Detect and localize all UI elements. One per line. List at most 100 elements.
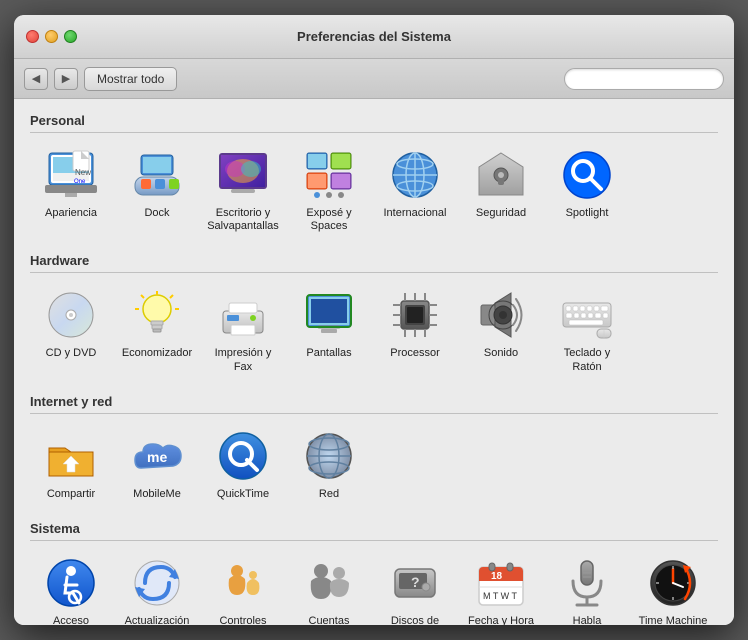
traffic-lights [26, 30, 77, 43]
icon-cdydvd [43, 287, 99, 343]
icon-expose [301, 147, 357, 203]
icon-sonido [473, 287, 529, 343]
minimize-button[interactable] [45, 30, 58, 43]
pref-label-processor: Processor [390, 347, 440, 360]
icon-mobileme: me [129, 428, 185, 484]
pref-label-habla: Habla [573, 615, 602, 625]
pref-item-actualizacion[interactable]: Actualización de Software [116, 549, 198, 625]
pref-item-controles[interactable]: Controles Parentales [202, 549, 284, 625]
pref-label-sonido: Sonido [484, 347, 518, 360]
pref-item-escritorio[interactable]: Escritorio y Salvapantallas [202, 141, 284, 239]
pref-item-mobileme[interactable]: me MobileMe [116, 422, 198, 507]
pref-item-acceso[interactable]: Acceso Universal [30, 549, 112, 625]
pref-item-cuentas[interactable]: Cuentas [288, 549, 370, 625]
pref-item-spotlight[interactable]: Spotlight [546, 141, 628, 239]
section-hardware: CD y DVD [30, 281, 718, 379]
pref-item-compartir[interactable]: Compartir [30, 422, 112, 507]
pref-item-expose[interactable]: Exposé y Spaces [288, 141, 370, 239]
section-header-sistema: Sistema [30, 521, 718, 541]
pref-label-pantallas: Pantallas [306, 347, 351, 360]
show-all-button[interactable]: Mostrar todo [84, 67, 177, 91]
pref-item-red[interactable]: Red [288, 422, 370, 507]
pref-item-habla[interactable]: Habla [546, 549, 628, 625]
pref-label-impresion: Impresión y Fax [206, 347, 280, 373]
svg-text:me: me [147, 449, 167, 465]
titlebar: Preferencias del Sistema [14, 15, 734, 59]
svg-text:One: One [74, 179, 86, 185]
pref-label-timemachine: Time Machine [639, 615, 708, 625]
svg-text:?: ? [411, 574, 420, 590]
icon-cuentas [301, 555, 357, 611]
icon-processor [387, 287, 443, 343]
pref-label-cdydvd: CD y DVD [46, 347, 97, 360]
section-internet: Compartir me [30, 422, 718, 507]
pref-label-apariencia: Apariencia [45, 207, 97, 220]
section-personal: New One Apariencia [30, 141, 718, 239]
pref-item-timemachine[interactable]: Time Machine [632, 549, 714, 625]
forward-button[interactable]: ▶ [54, 68, 78, 90]
icon-seguridad [473, 147, 529, 203]
icon-timemachine [645, 555, 701, 611]
toolbar: ◀ ▶ Mostrar todo 🔍 [14, 59, 734, 99]
pref-label-teclado: Teclado y Ratón [550, 347, 624, 373]
section-sistema: Acceso Universal Actualización de Softwa… [30, 549, 718, 625]
svg-text:M T W T: M T W T [483, 591, 518, 601]
pref-item-pantallas[interactable]: Pantallas [288, 281, 370, 379]
pref-item-impresion[interactable]: Impresión y Fax [202, 281, 284, 379]
pref-label-red: Red [319, 488, 339, 501]
pref-item-dock[interactable]: Dock [116, 141, 198, 239]
icon-pantallas [301, 287, 357, 343]
pref-item-teclado[interactable]: Teclado y Ratón [546, 281, 628, 379]
icon-compartir [43, 428, 99, 484]
content-area: Personal New One [14, 99, 734, 625]
pref-label-seguridad: Seguridad [476, 207, 526, 220]
section-header-internet: Internet y red [30, 394, 718, 414]
icon-spotlight [559, 147, 615, 203]
pref-item-seguridad[interactable]: Seguridad [460, 141, 542, 239]
icon-escritorio [215, 147, 271, 203]
pref-label-dock: Dock [144, 207, 169, 220]
icon-apariencia: New One [43, 147, 99, 203]
main-window: Preferencias del Sistema ◀ ▶ Mostrar tod… [14, 15, 734, 625]
icon-dock [129, 147, 185, 203]
icon-internacional [387, 147, 443, 203]
search-input[interactable] [564, 68, 724, 90]
pref-label-quicktime: QuickTime [217, 488, 269, 501]
pref-label-compartir: Compartir [47, 488, 95, 501]
icon-actualizacion [129, 555, 185, 611]
pref-label-economizador: Economizador [122, 347, 192, 360]
pref-item-discos[interactable]: ? Discos de Arranque [374, 549, 456, 625]
pref-label-mobileme: MobileMe [133, 488, 181, 501]
pref-label-discos: Discos de Arranque [378, 615, 452, 625]
icon-quicktime [215, 428, 271, 484]
pref-item-cdydvd[interactable]: CD y DVD [30, 281, 112, 379]
pref-item-sonido[interactable]: Sonido [460, 281, 542, 379]
icon-acceso [43, 555, 99, 611]
pref-label-escritorio: Escritorio y Salvapantallas [206, 207, 280, 233]
close-button[interactable] [26, 30, 39, 43]
icon-habla [559, 555, 615, 611]
icon-teclado [559, 287, 615, 343]
icon-discos: ? [387, 555, 443, 611]
svg-text:18: 18 [491, 571, 503, 582]
svg-text:New: New [75, 168, 91, 177]
window-title: Preferencias del Sistema [297, 29, 451, 44]
pref-label-spotlight: Spotlight [566, 207, 609, 220]
icon-controles [215, 555, 271, 611]
search-wrapper: 🔍 [564, 68, 724, 90]
icon-economizador [129, 287, 185, 343]
pref-label-cuentas: Cuentas [309, 615, 350, 625]
pref-item-economizador[interactable]: Economizador [116, 281, 198, 379]
pref-item-internacional[interactable]: Internacional [374, 141, 456, 239]
back-button[interactable]: ◀ [24, 68, 48, 90]
section-header-personal: Personal [30, 113, 718, 133]
pref-label-expose: Exposé y Spaces [292, 207, 366, 233]
icon-red [301, 428, 357, 484]
maximize-button[interactable] [64, 30, 77, 43]
pref-item-fecha[interactable]: 18 M T W T Fecha y Hora [460, 549, 542, 625]
icon-fecha: 18 M T W T [473, 555, 529, 611]
pref-item-apariencia[interactable]: New One Apariencia [30, 141, 112, 239]
pref-item-quicktime[interactable]: QuickTime [202, 422, 284, 507]
pref-label-actualizacion: Actualización de Software [120, 615, 194, 625]
pref-item-processor[interactable]: Processor [374, 281, 456, 379]
